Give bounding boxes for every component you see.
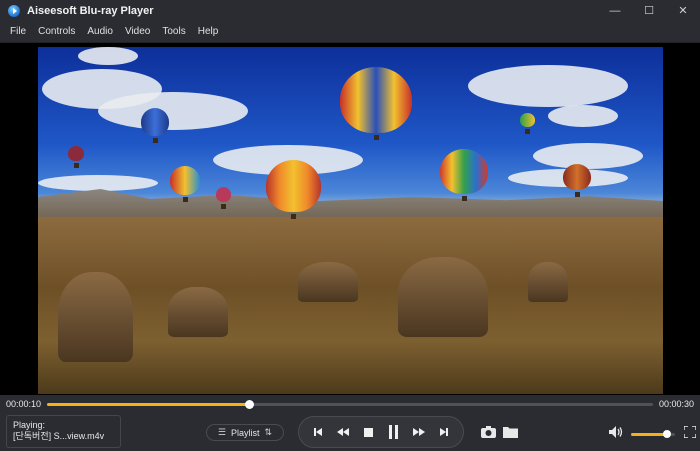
rock-formation	[398, 257, 488, 337]
skip-previous-icon[interactable]	[308, 422, 328, 442]
progress-row: 00:00:10 00:00:30	[0, 395, 700, 413]
progress-thumb[interactable]	[244, 400, 254, 409]
skip-next-icon[interactable]	[434, 422, 454, 442]
cloud	[548, 105, 618, 127]
cloud	[38, 175, 158, 191]
playlist-label: Playlist	[231, 427, 260, 438]
balloon	[340, 67, 412, 140]
speaker-icon[interactable]	[607, 424, 625, 440]
transport-controls	[298, 416, 464, 448]
balloon	[520, 113, 535, 134]
now-playing-panel: Playing: [단독버전] S...view.m4v	[6, 415, 121, 448]
video-frame[interactable]	[38, 47, 663, 394]
control-bar: Playing: [단독버전] S...view.m4v ☰ Playlist …	[0, 413, 700, 451]
video-area[interactable]	[0, 43, 700, 395]
total-time: 00:00:30	[658, 399, 694, 409]
progress-bar[interactable]	[47, 400, 653, 409]
minimize-button[interactable]: —	[598, 0, 632, 21]
maximize-button[interactable]: ☐	[632, 0, 666, 21]
cloud	[533, 143, 643, 169]
title-bar: Aiseesoft Blu-ray Player — ☐ ✕	[0, 0, 700, 21]
sort-icon: ⇅	[264, 427, 273, 437]
pause-icon[interactable]	[384, 422, 404, 442]
cloud	[78, 47, 138, 65]
cloud	[468, 65, 628, 107]
current-time: 00:00:10	[6, 399, 42, 409]
menu-video[interactable]: Video	[119, 21, 156, 43]
camera-icon[interactable]	[479, 424, 497, 440]
fast-forward-icon[interactable]	[409, 422, 429, 442]
balloon	[216, 187, 231, 209]
menu-controls[interactable]: Controls	[32, 21, 81, 43]
balloon	[141, 108, 169, 143]
folder-icon[interactable]	[501, 424, 519, 440]
rewind-icon[interactable]	[333, 422, 353, 442]
stop-icon[interactable]	[358, 422, 378, 442]
volume-fill	[631, 433, 668, 436]
menu-bar: File Controls Audio Video Tools Help	[0, 21, 700, 43]
now-playing-file: [단독버전] S...view.m4v	[13, 431, 105, 441]
cloud	[98, 92, 248, 130]
rock-formation	[298, 262, 358, 302]
balloon	[266, 160, 321, 219]
menu-file[interactable]: File	[4, 21, 32, 43]
rock-formation	[168, 287, 228, 337]
window-controls: — ☐ ✕	[598, 0, 700, 21]
menu-help[interactable]: Help	[192, 21, 225, 43]
app-logo-icon	[8, 4, 20, 17]
progress-fill	[47, 403, 249, 406]
menu-audio[interactable]: Audio	[81, 21, 119, 43]
playlist-button[interactable]: ☰ Playlist ⇅	[206, 424, 284, 441]
volume-thumb[interactable]	[663, 430, 672, 438]
menu-tools[interactable]: Tools	[156, 21, 191, 43]
list-icon: ☰	[217, 427, 226, 437]
balloon	[68, 146, 84, 168]
close-button[interactable]: ✕	[666, 0, 700, 21]
rock-formation	[528, 262, 568, 302]
volume-slider[interactable]	[631, 430, 675, 438]
balloon	[563, 164, 591, 197]
now-playing-label: Playing:	[13, 420, 46, 430]
rock-formation	[58, 272, 133, 362]
balloon	[170, 166, 200, 202]
fullscreen-icon[interactable]	[681, 424, 699, 440]
balloon	[440, 149, 488, 201]
window-title: Aiseesoft Blu-ray Player	[27, 4, 154, 17]
